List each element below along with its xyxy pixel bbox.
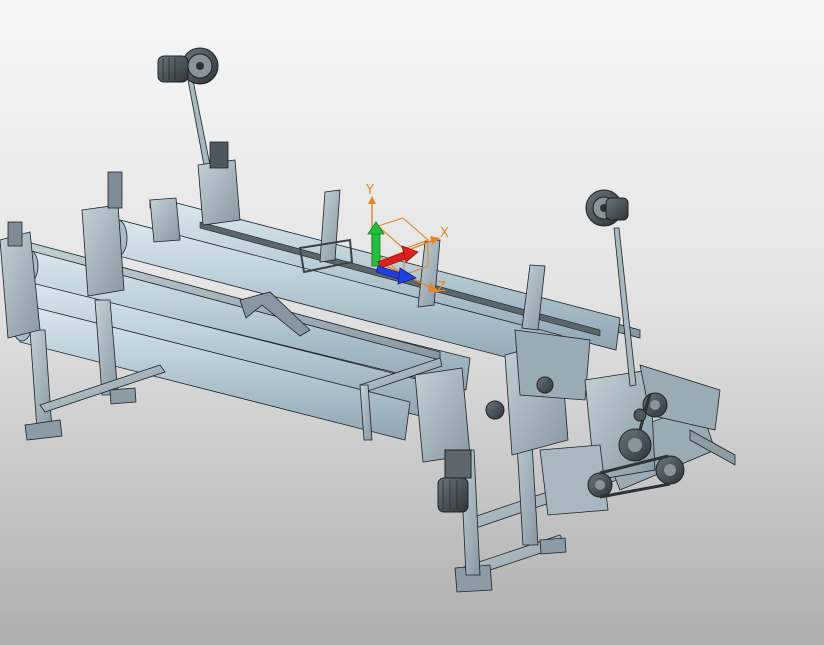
axis-label-z: Z <box>437 280 446 295</box>
machine-assembly-model[interactable] <box>0 0 824 645</box>
motor-icon <box>157 47 219 85</box>
motor-icon <box>585 189 629 227</box>
right-motor-mast[interactable] <box>585 189 637 387</box>
cad-3d-viewport[interactable]: Y X Z <box>0 0 824 645</box>
axis-label-y: Y <box>366 183 374 198</box>
axis-label-x: X <box>440 226 449 241</box>
